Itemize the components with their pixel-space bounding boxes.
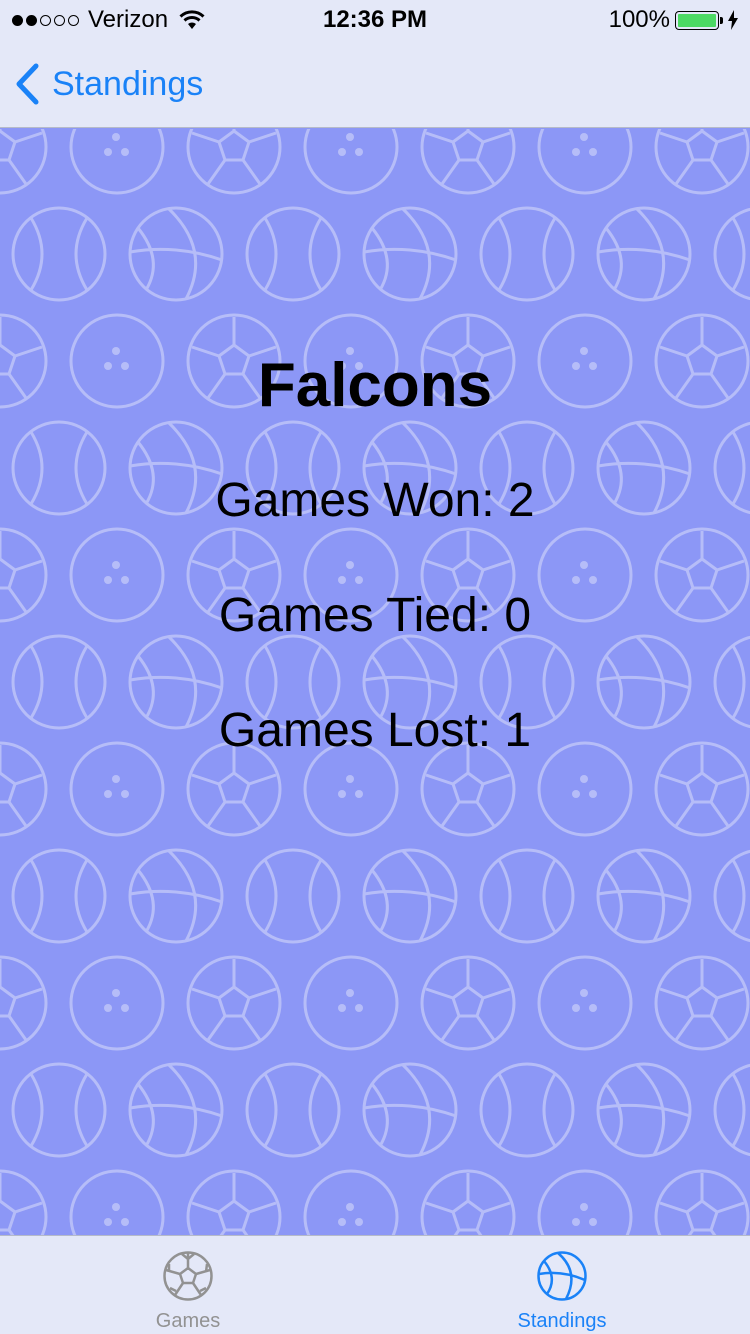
team-detail-view: Falcons Games Won: 2 Games Tied: 0 Games… — [0, 129, 750, 1235]
battery-group: 100% — [609, 6, 738, 34]
navigation-bar: Standings — [0, 40, 750, 128]
sports-pattern-background — [0, 129, 750, 1235]
tab-standings-label: Standings — [517, 1310, 607, 1332]
games-lost-label: Games Lost: 1 — [218, 704, 532, 757]
tab-standings[interactable]: Standings — [375, 1236, 750, 1334]
back-button-label: Standings — [52, 64, 204, 103]
team-name-heading: Falcons — [257, 351, 493, 420]
tab-games-label: Games — [155, 1310, 221, 1332]
charging-bolt-icon — [728, 10, 738, 30]
games-won-label: Games Won: 2 — [215, 474, 535, 527]
tab-games[interactable]: Games — [0, 1236, 375, 1334]
back-button[interactable]: Standings — [14, 60, 203, 108]
basketball-icon — [537, 1251, 587, 1301]
chevron-left-icon — [16, 63, 39, 105]
games-tied-label: Games Tied: 0 — [218, 589, 532, 642]
battery-icon — [675, 10, 719, 30]
status-bar: Verizon 12:36 PM 100% — [0, 0, 750, 40]
battery-cap — [720, 16, 723, 24]
tab-bar: Games Standings — [0, 1235, 750, 1334]
battery-percent: 100% — [608, 6, 670, 33]
soccer-ball-icon — [163, 1251, 213, 1301]
